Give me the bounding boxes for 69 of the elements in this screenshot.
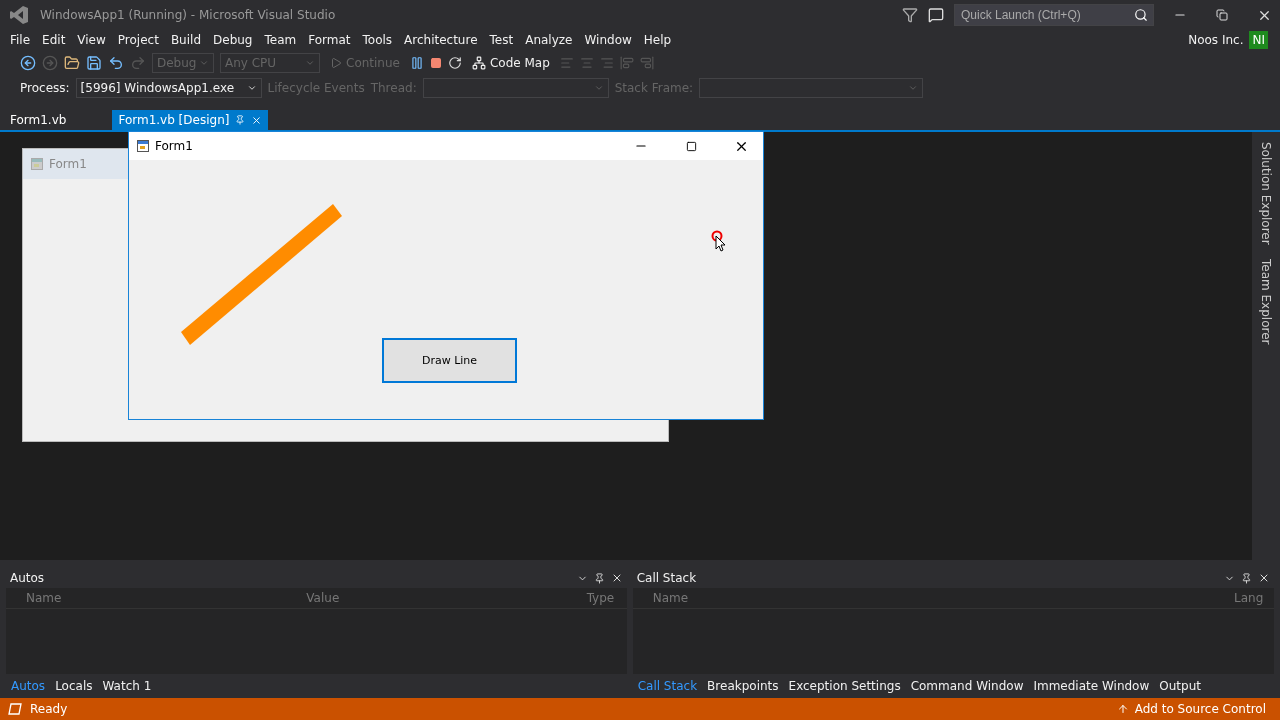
menu-item[interactable]: Project (111, 33, 165, 47)
panel-tab[interactable]: Exception Settings (783, 679, 906, 693)
panel-tab[interactable]: Autos (6, 679, 51, 693)
form-title: Form1 (155, 139, 194, 153)
panel-tab[interactable]: Watch 1 (97, 679, 157, 693)
panel-tab[interactable]: Output (1154, 679, 1206, 693)
close-icon[interactable] (1258, 572, 1270, 584)
menu-item[interactable]: Architecture (398, 33, 484, 47)
draw-line-button[interactable]: Draw Line (382, 338, 517, 383)
status-text: Ready (30, 702, 69, 716)
form-icon (137, 140, 149, 152)
panel-title: Call Stack (636, 571, 698, 585)
panel-title: Autos (10, 571, 46, 585)
panel-tab[interactable]: Locals (50, 679, 98, 693)
side-panel-tab[interactable]: Team Explorer (1259, 258, 1273, 345)
form-title: Form1 (49, 157, 87, 171)
feedback-icon (928, 7, 944, 23)
thread-label: Thread: (370, 80, 417, 95)
pin-icon[interactable] (235, 115, 246, 125)
status-icon (8, 703, 22, 715)
panel-tab[interactable]: Breakpoints (702, 679, 784, 693)
back-icon[interactable] (20, 54, 36, 71)
menu-item[interactable]: Window (578, 33, 638, 47)
form-icon (31, 158, 43, 170)
pin-icon[interactable] (593, 572, 605, 584)
menu-item[interactable]: Team (258, 33, 303, 47)
panel-tab[interactable]: Command Window (905, 679, 1029, 693)
menu-item[interactable]: View (71, 33, 112, 47)
menu-item[interactable]: Edit (36, 33, 72, 47)
stop-icon[interactable] (429, 56, 442, 69)
search-icon[interactable] (1134, 8, 1148, 22)
save-icon[interactable] (86, 54, 102, 71)
panel-tab[interactable]: Immediate Window (1028, 679, 1155, 693)
pin-icon[interactable] (1241, 572, 1252, 584)
quick-launch-field[interactable]: Quick Launch (Ctrl+Q) (954, 4, 1154, 26)
restore-icon (1216, 9, 1228, 21)
menu-item[interactable]: Test (483, 33, 520, 47)
menu-item[interactable]: Debug (207, 33, 259, 47)
pause-icon[interactable] (409, 55, 424, 70)
window-title: WindowsApp1 (Running) - Microsoft Visual Studio (40, 8, 337, 22)
menu-item[interactable]: File (4, 33, 37, 47)
process-label: Process: (20, 80, 70, 95)
add-to-source-control-button[interactable]: Add to Source Control (1110, 701, 1272, 717)
maximize-icon (685, 140, 697, 152)
menu-item[interactable]: Format (302, 33, 357, 47)
menu-item[interactable]: Tools (356, 33, 399, 47)
document-tab[interactable]: Form1.vb (4, 110, 73, 130)
menu-item[interactable]: Help (637, 33, 678, 47)
menu-item[interactable]: Build (164, 33, 207, 47)
play-icon (330, 56, 342, 69)
filter-icon (902, 7, 918, 23)
process-dropdown[interactable]: [5996] WindowsApp1.exe (75, 77, 262, 98)
side-panel-tab[interactable]: Solution Explorer (1259, 142, 1273, 245)
mouse-cursor-icon (711, 230, 727, 252)
panel-tab[interactable]: Call Stack (632, 679, 703, 693)
column-header[interactable]: Value (306, 591, 587, 605)
account-name[interactable]: Noos Inc. (1188, 33, 1244, 47)
column-header[interactable]: Lang (1234, 591, 1274, 605)
document-tab[interactable]: Form1.vb [Design] (112, 110, 269, 130)
code-map-button[interactable]: Code Map (467, 55, 554, 70)
diagram-icon (471, 55, 486, 70)
restart-icon[interactable] (447, 55, 462, 70)
stack-frame-label: Stack Frame: (614, 80, 694, 95)
open-folder-icon[interactable] (64, 54, 80, 71)
visual-studio-logo (8, 4, 30, 26)
arrow-up-icon (1116, 703, 1129, 715)
account-avatar[interactable]: NI (1249, 31, 1268, 49)
undo-icon[interactable] (108, 54, 124, 71)
menu-item[interactable]: Analyze (519, 33, 579, 47)
